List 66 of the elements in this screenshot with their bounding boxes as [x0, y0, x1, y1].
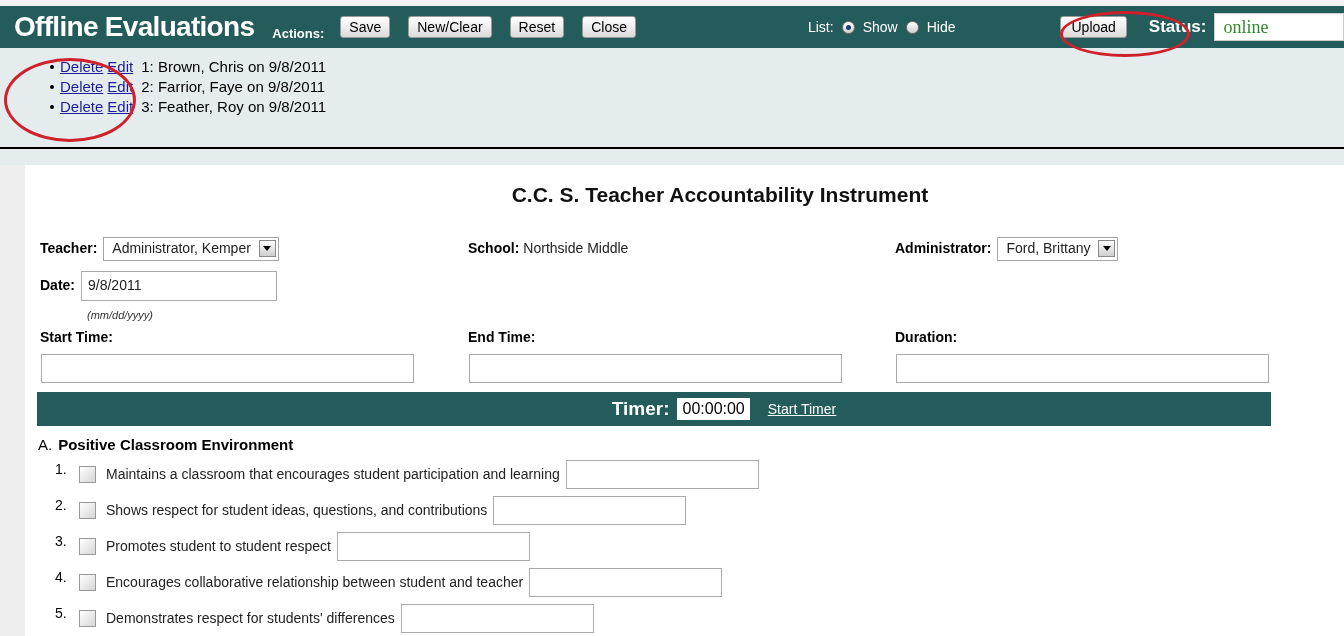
criterion-text: Demonstrates respect for students' differences — [106, 609, 395, 628]
criterion-text: Shows respect for student ideas, questions, and contributions — [106, 501, 488, 520]
dropdown[interactable]: Administrator, Kemper — [103, 236, 279, 261]
checkbox[interactable] — [79, 466, 96, 483]
caret-icon — [1098, 240, 1116, 257]
checkbox[interactable] — [79, 502, 96, 519]
note-field[interactable] — [529, 568, 723, 597]
note-field[interactable] — [565, 460, 759, 489]
delete-link[interactable]: Delete — [60, 57, 104, 77]
form-title: C.C. S. Teacher Accountability Instrument — [510, 182, 930, 208]
evaluation-entry: 1: Brown, Chris on 9/8/2011 — [141, 57, 327, 77]
checkbox[interactable] — [79, 538, 96, 555]
start-timer-link[interactable]: Start Timer — [767, 398, 837, 420]
field-label: End Time: — [468, 328, 537, 347]
time-field[interactable] — [469, 354, 842, 383]
field-label: Start Time: — [40, 328, 114, 347]
evaluation-entry: 3: Feather, Roy on 9/8/2011 — [141, 97, 327, 117]
item-number: 3. — [55, 531, 68, 551]
note-field[interactable] — [493, 496, 687, 525]
date-hint: (mm/dd/yyyy) — [87, 307, 154, 323]
criterion-text: Promotes student to student respect — [106, 537, 331, 556]
item-number: 4. — [55, 567, 68, 587]
bullet-icon — [50, 105, 54, 109]
radio-label: Hide — [926, 17, 956, 37]
criterion-text: Maintains a classroom that encourages student participation and learning — [106, 465, 560, 484]
item-number: 1. — [55, 459, 68, 479]
bullet-icon — [50, 65, 54, 69]
time-field[interactable] — [41, 354, 414, 383]
page-title: Offline Evaluations — [14, 10, 255, 44]
action-button[interactable]: Save — [340, 16, 391, 38]
section-letter: A. — [38, 435, 53, 455]
action-button[interactable]: Close — [582, 16, 636, 38]
status-field: online — [1214, 13, 1344, 41]
caret-icon — [258, 240, 276, 257]
actions-label: Actions: — [272, 25, 325, 44]
time-field[interactable] — [896, 354, 1269, 383]
field-label: Administrator: — [895, 239, 992, 258]
note-field[interactable] — [400, 604, 594, 633]
field-label: School: — [468, 239, 520, 258]
field-label: Date: — [40, 276, 75, 295]
checkbox[interactable] — [79, 574, 96, 591]
edit-link[interactable]: Edit — [107, 97, 134, 117]
delete-link[interactable]: Delete — [60, 77, 104, 97]
radio-label: Show — [862, 17, 898, 37]
field-value: Northside Middle — [523, 239, 629, 258]
evaluation-entry: 2: Farrior, Faye on 9/8/2011 — [141, 77, 326, 97]
date-field[interactable]: 9/8/2011 — [81, 270, 277, 301]
field-label: Duration: — [895, 328, 959, 347]
field-label: Teacher: — [40, 239, 98, 258]
delete-link[interactable]: Delete — [60, 97, 104, 117]
note-field[interactable] — [336, 532, 530, 561]
item-number: 5. — [55, 603, 68, 623]
timer-label: Timer: — [611, 396, 670, 421]
checkbox[interactable] — [79, 610, 96, 627]
dropdown[interactable]: Ford, Brittany — [997, 236, 1119, 261]
upload-button[interactable]: Upload — [1060, 16, 1127, 38]
item-number: 2. — [55, 495, 68, 515]
timer-display: 00:00:00 — [677, 398, 750, 420]
list-label: List: — [807, 17, 834, 37]
section-title: Positive Classroom Environment — [58, 435, 294, 455]
criterion-text: Encourages collaborative relationship between student and teacher — [106, 573, 524, 592]
action-button[interactable]: New/Clear — [408, 16, 492, 38]
bullet-icon — [50, 85, 54, 89]
action-button[interactable]: Reset — [509, 16, 565, 38]
radio-button[interactable] — [905, 20, 919, 34]
radio-button[interactable] — [841, 20, 855, 34]
